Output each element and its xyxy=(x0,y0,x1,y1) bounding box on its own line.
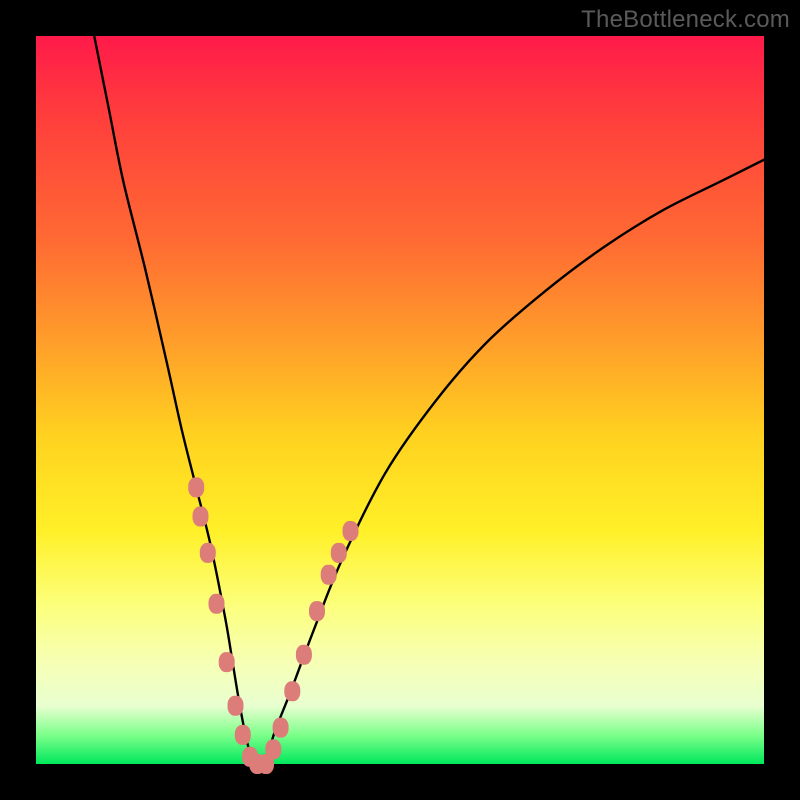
highlight-dot xyxy=(188,477,204,497)
highlight-dot xyxy=(200,543,216,563)
bottleneck-curve-svg xyxy=(36,36,764,764)
highlight-dot xyxy=(273,718,289,738)
highlight-dot xyxy=(228,696,244,716)
plot-area xyxy=(36,36,764,764)
highlight-dot xyxy=(284,681,300,701)
watermark-text: TheBottleneck.com xyxy=(581,6,790,34)
highlight-dot xyxy=(296,645,312,665)
highlight-dot xyxy=(265,739,281,759)
highlight-dot xyxy=(219,652,235,672)
highlight-dot xyxy=(331,543,347,563)
bottleneck-curve-path xyxy=(94,36,764,766)
highlight-dot xyxy=(209,594,225,614)
highlight-dot xyxy=(235,725,251,745)
highlight-dot xyxy=(343,521,359,541)
highlight-dots-group xyxy=(188,477,358,774)
highlight-dot xyxy=(193,507,209,527)
highlight-dot xyxy=(321,565,337,585)
highlight-dot xyxy=(309,601,325,621)
chart-frame: TheBottleneck.com xyxy=(0,0,800,800)
